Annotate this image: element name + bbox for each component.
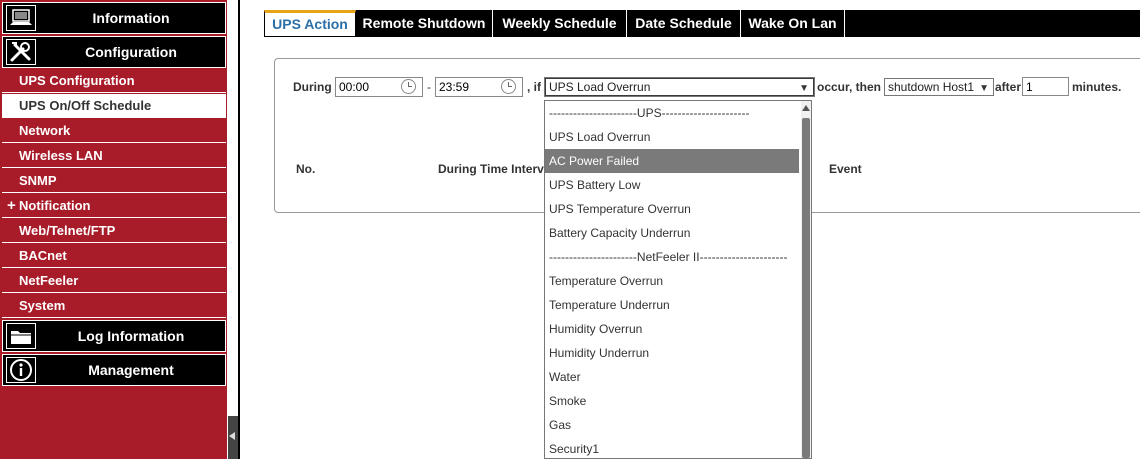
tab-wake-on-lan[interactable]: Wake On Lan — [741, 10, 845, 37]
clock-icon[interactable] — [501, 79, 516, 94]
chevron-down-icon: ▼ — [979, 83, 989, 94]
sidebar-item-label: UPS On/Off Schedule — [19, 98, 152, 113]
info-icon — [6, 357, 36, 383]
clock-icon[interactable] — [401, 79, 416, 94]
tab-label: Wake On Lan — [748, 15, 837, 31]
event-select-value: UPS Load Overrun — [549, 80, 651, 94]
sidebar-section-information[interactable]: Information — [2, 2, 226, 34]
sidebar-item-label: System — [19, 298, 66, 313]
sidebar-collapse-handle[interactable] — [228, 416, 238, 459]
dropdown-option-smoke[interactable]: Smoke — [545, 389, 799, 413]
tab-bar: UPS Action Remote Shutdown Weekly Schedu… — [264, 10, 1140, 37]
sidebar-item-label: Network — [19, 123, 71, 138]
tab-label: Weekly Schedule — [502, 15, 617, 31]
tab-weekly-schedule[interactable]: Weekly Schedule — [493, 10, 627, 37]
dropdown-option-ups-battery-low[interactable]: UPS Battery Low — [545, 173, 799, 197]
chevron-left-icon — [229, 432, 235, 440]
tab-label: UPS Action — [272, 16, 348, 32]
action-select-value: shutdown Host1 — [888, 80, 975, 94]
action-select[interactable]: shutdown Host1 ▼ — [884, 78, 994, 96]
dropdown-separator-ups: ----------------------UPS---------------… — [549, 106, 750, 120]
sidebar-item-label: NetFeeler — [19, 273, 79, 288]
dropdown-scrollbar[interactable] — [801, 101, 811, 458]
folder-icon — [6, 323, 36, 349]
tab-date-schedule[interactable]: Date Schedule — [627, 10, 741, 37]
dropdown-option-water[interactable]: Water — [545, 365, 799, 389]
sidebar-item-label: Wireless LAN — [19, 148, 103, 163]
time-range-dash: - — [427, 80, 431, 94]
tab-remote-shutdown[interactable]: Remote Shutdown — [356, 10, 493, 37]
scroll-up-arrow-icon[interactable] — [802, 105, 810, 111]
dropdown-option-temperature-overrun[interactable]: Temperature Overrun — [545, 269, 799, 293]
sidebar-section-management[interactable]: Management — [2, 354, 226, 386]
occur-then-label: occur, then — [817, 80, 882, 94]
sidebar-section-label: Configuration — [85, 44, 177, 60]
laptop-icon — [6, 5, 36, 31]
expand-plus-icon: + — [7, 197, 16, 214]
after-minutes-input[interactable] — [1022, 77, 1069, 96]
event-dropdown-list[interactable]: ----------------------UPS---------------… — [544, 100, 812, 459]
sidebar-section-label: Management — [88, 362, 174, 378]
sidebar-item-label: Web/Telnet/FTP — [19, 223, 116, 238]
dropdown-option-humidity-underrun[interactable]: Humidity Underrun — [545, 341, 799, 365]
dropdown-option-gas[interactable]: Gas — [545, 413, 799, 437]
sidebar: Information Configuration UPS Configurat… — [0, 0, 227, 459]
sidebar-divider — [238, 0, 240, 459]
sidebar-item-label: BACnet — [19, 248, 67, 263]
dropdown-option-battery-capacity-underrun[interactable]: Battery Capacity Underrun — [545, 221, 799, 245]
dropdown-option-security1[interactable]: Security1 — [545, 437, 799, 458]
column-header-interval: During Time Interv — [438, 162, 544, 176]
sidebar-item-label: Notification — [19, 198, 91, 213]
minutes-label: minutes. — [1072, 80, 1122, 94]
tools-icon — [6, 39, 36, 65]
sidebar-item-bacnet[interactable]: BACnet — [2, 244, 226, 268]
chevron-down-icon: ▼ — [799, 83, 809, 94]
tab-label: Date Schedule — [635, 15, 732, 31]
dropdown-option-humidity-overrun[interactable]: Humidity Overrun — [545, 317, 799, 341]
sidebar-item-netfeeler[interactable]: NetFeeler — [2, 269, 226, 293]
dropdown-option-ac-power-failed[interactable]: AC Power Failed — [545, 149, 799, 173]
sidebar-section-configuration[interactable]: Configuration — [2, 36, 226, 68]
column-header-no: No. — [296, 162, 316, 176]
dropdown-option-temperature-underrun[interactable]: Temperature Underrun — [545, 293, 799, 317]
sidebar-item-notification[interactable]: + Notification — [2, 194, 226, 218]
sidebar-item-label: UPS Configuration — [19, 73, 135, 88]
event-select[interactable]: UPS Load Overrun ▼ — [544, 77, 815, 97]
sidebar-item-wireless-lan[interactable]: Wireless LAN — [2, 144, 226, 168]
dropdown-option-ups-temperature-overrun[interactable]: UPS Temperature Overrun — [545, 197, 799, 221]
dropdown-separator-netfeeler: ----------------------NetFeeler II------… — [549, 250, 788, 264]
sidebar-section-label: Information — [92, 10, 170, 26]
sidebar-section-log-information[interactable]: Log Information — [2, 320, 226, 352]
if-label: , if — [527, 80, 541, 94]
tab-ups-action[interactable]: UPS Action — [264, 10, 356, 37]
dropdown-scrollbar-thumb[interactable] — [802, 118, 810, 458]
sidebar-item-network[interactable]: Network — [2, 119, 226, 143]
tab-label: Remote Shutdown — [362, 15, 486, 31]
sidebar-section-label: Log Information — [77, 328, 185, 344]
sidebar-item-ups-configuration[interactable]: UPS Configuration — [2, 69, 226, 93]
sidebar-item-snmp[interactable]: SNMP — [2, 169, 226, 193]
sidebar-item-system[interactable]: System — [2, 294, 226, 318]
column-header-event: Event — [829, 162, 862, 176]
during-label: During — [293, 80, 332, 94]
sidebar-item-label: SNMP — [19, 173, 57, 188]
sidebar-item-ups-onoff-schedule[interactable]: UPS On/Off Schedule — [2, 94, 226, 118]
after-label: after — [995, 80, 1022, 94]
dropdown-option-ups-load-overrun[interactable]: UPS Load Overrun — [545, 125, 799, 149]
sidebar-item-web-telnet-ftp[interactable]: Web/Telnet/FTP — [2, 219, 226, 243]
